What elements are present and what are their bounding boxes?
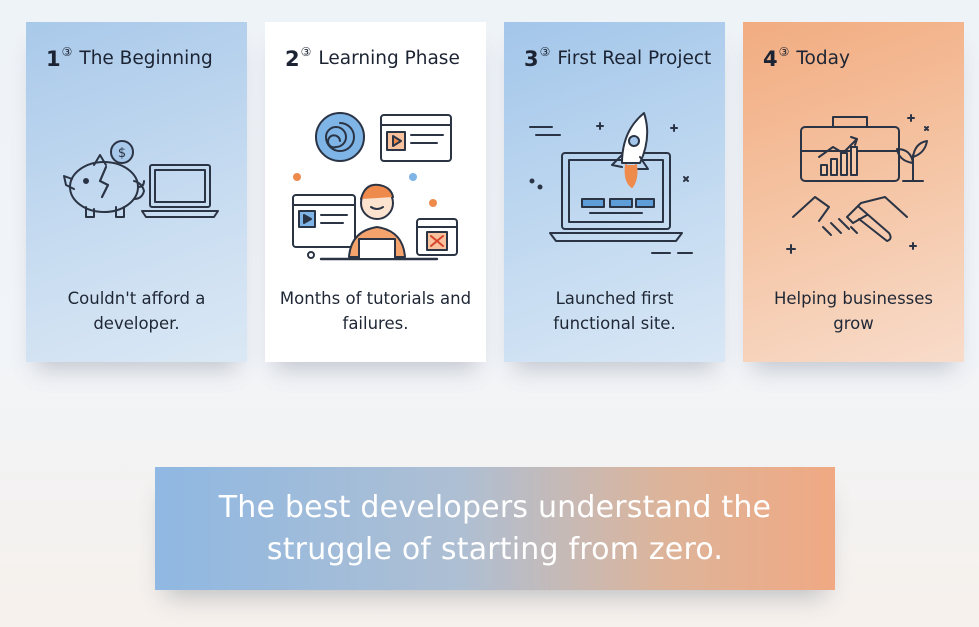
quote-text: The best developers understand the strug…	[218, 489, 772, 567]
step-title: Today	[796, 48, 850, 69]
step-description: Launched first functional site.	[553, 289, 676, 333]
step-title: Learning Phase	[318, 48, 460, 69]
step-card-today: 4 ③ Today Helping businesses grow	[743, 22, 964, 362]
step-heading: 4 ③ Today	[763, 45, 958, 71]
step-marker: ③	[300, 45, 312, 59]
step-card-first-project: 3 ③ First Real Project Launched first fu…	[504, 22, 725, 362]
step-number: 3	[524, 47, 539, 71]
step-marker: ③	[61, 45, 73, 59]
step-card-beginning: 1 ③ The Beginning $ Couldn't afford a de…	[26, 22, 247, 362]
step-heading: 1 ③ The Beginning	[46, 45, 241, 71]
step-heading: 3 ③ First Real Project	[524, 45, 719, 71]
briefcase-handshake-icon	[786, 114, 929, 254]
piggy-bank-laptop-icon: $	[63, 140, 219, 218]
step-number: 4	[763, 47, 778, 71]
step-title: The Beginning	[79, 48, 213, 69]
step-description: Couldn't afford a developer.	[67, 289, 206, 333]
step-title: First Real Project	[557, 48, 712, 69]
step-marker: ③	[778, 45, 790, 59]
rocket-laptop-icon	[529, 112, 693, 254]
step-description: Helping businesses grow	[773, 289, 934, 333]
learner-with-tutorials-icon	[292, 112, 458, 261]
step-number: 2	[285, 47, 300, 71]
svg-text:$: $	[118, 146, 126, 161]
step-heading: 2 ③ Learning Phase	[285, 45, 480, 71]
step-number: 1	[46, 47, 61, 71]
step-description: Months of tutorials and failures.	[279, 289, 472, 333]
step-marker: ③	[539, 45, 551, 59]
quote-banner: The best developers understand the strug…	[155, 467, 835, 590]
step-card-learning: 2 ③ Learning Phase Months of tutorials a…	[265, 22, 486, 362]
